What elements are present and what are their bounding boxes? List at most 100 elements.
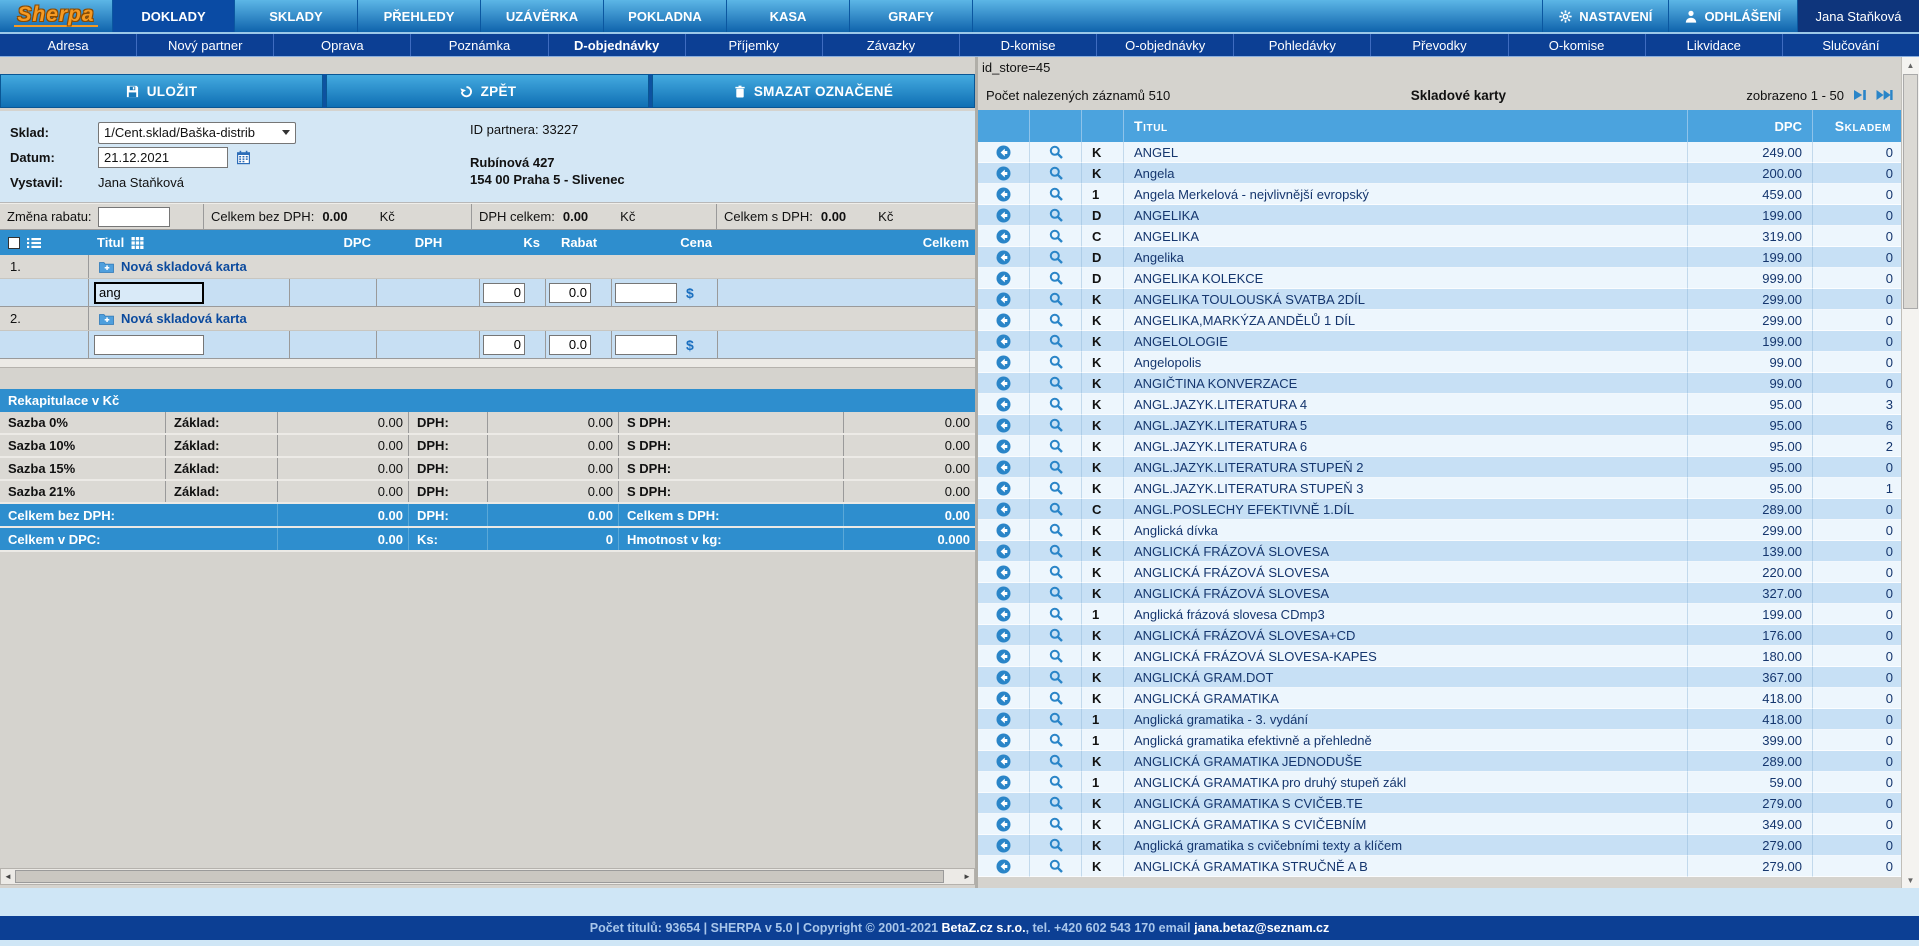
- stock-card-row[interactable]: 1Anglická gramatika efektivně a přehledn…: [978, 730, 1901, 751]
- stock-card-row[interactable]: KANGLICKÁ FRÁZOVÁ SLOVESA+CD176.000: [978, 625, 1901, 646]
- card-detail-button[interactable]: [1030, 856, 1082, 877]
- card-detail-button[interactable]: [1030, 310, 1082, 331]
- card-detail-button[interactable]: [1030, 457, 1082, 478]
- insert-item-button[interactable]: [978, 541, 1030, 562]
- subnav-item-oprava[interactable]: Oprava: [273, 34, 410, 56]
- subnav-item-o-objednavky[interactable]: O-objednávky: [1096, 34, 1233, 56]
- insert-item-button[interactable]: [978, 352, 1030, 373]
- card-detail-button[interactable]: [1030, 184, 1082, 205]
- stock-card-row[interactable]: KANGLICKÁ GRAMATIKA JEDNODUŠE289.000: [978, 751, 1901, 772]
- item-cena-input[interactable]: [615, 283, 677, 303]
- next-page-button[interactable]: [1853, 89, 1867, 101]
- vertical-scrollbar[interactable]: ▲ ▼: [1901, 57, 1919, 888]
- item-ks-input[interactable]: [483, 283, 525, 303]
- stock-card-row[interactable]: DANGELIKA199.000: [978, 205, 1901, 226]
- footer-email[interactable]: jana.betaz@seznam.cz: [1194, 921, 1329, 935]
- insert-item-button[interactable]: [978, 373, 1030, 394]
- insert-item-button[interactable]: [978, 226, 1030, 247]
- subnav-item-novy-partner[interactable]: Nový partner: [136, 34, 273, 56]
- insert-item-button[interactable]: [978, 205, 1030, 226]
- subnav-item-prijemky[interactable]: Příjemky: [685, 34, 822, 56]
- stock-card-row[interactable]: 1Angela Merkelová - nejvlivnější evropsk…: [978, 184, 1901, 205]
- delete-marked-button[interactable]: SMAZAT OZNAČENÉ: [652, 74, 975, 108]
- stock-card-row[interactable]: KANGLICKÁ GRAMATIKA STRUČNĚ A B279.000: [978, 856, 1901, 877]
- card-detail-button[interactable]: [1030, 751, 1082, 772]
- scroll-right-arrow[interactable]: ►: [960, 872, 974, 881]
- scroll-up-arrow[interactable]: ▲: [1902, 57, 1919, 73]
- app-logo[interactable]: Sherpa: [0, 0, 112, 32]
- item-rabat-input[interactable]: [549, 335, 591, 355]
- insert-item-button[interactable]: [978, 814, 1030, 835]
- insert-item-button[interactable]: [978, 646, 1030, 667]
- item-title-input[interactable]: [94, 335, 204, 355]
- card-detail-button[interactable]: [1030, 436, 1082, 457]
- card-detail-button[interactable]: [1030, 604, 1082, 625]
- item-cena-input[interactable]: [615, 335, 677, 355]
- insert-item-button[interactable]: [978, 247, 1030, 268]
- card-detail-button[interactable]: [1030, 709, 1082, 730]
- warehouse-select[interactable]: 1/Cent.sklad/Baška-distrib: [98, 122, 296, 144]
- tab-sklady[interactable]: SKLADY: [235, 0, 358, 32]
- insert-item-button[interactable]: [978, 478, 1030, 499]
- stock-card-row[interactable]: KAnglická gramatika s cvičebními texty a…: [978, 835, 1901, 856]
- card-detail-button[interactable]: [1030, 646, 1082, 667]
- insert-item-button[interactable]: [978, 184, 1030, 205]
- card-detail-button[interactable]: [1030, 205, 1082, 226]
- stock-card-row[interactable]: DAngelika199.000: [978, 247, 1901, 268]
- stock-card-row[interactable]: CANGELIKA319.000: [978, 226, 1901, 247]
- subnav-item-adresa[interactable]: Adresa: [0, 34, 136, 56]
- stock-card-row[interactable]: KANGEL249.000: [978, 142, 1901, 163]
- insert-item-button[interactable]: [978, 667, 1030, 688]
- insert-item-button[interactable]: [978, 331, 1030, 352]
- card-detail-button[interactable]: [1030, 814, 1082, 835]
- subnav-item-prevodky[interactable]: Převodky: [1370, 34, 1507, 56]
- stock-card-row[interactable]: KANGELIKA,MARKÝZA ANDĚLŮ 1 DÍL299.000: [978, 310, 1901, 331]
- insert-item-button[interactable]: [978, 751, 1030, 772]
- card-detail-button[interactable]: [1030, 247, 1082, 268]
- tab-prehledy[interactable]: PŘEHLEDY: [358, 0, 481, 32]
- tab-doklady[interactable]: DOKLADY: [112, 0, 235, 32]
- stock-card-row[interactable]: 1ANGLICKÁ GRAMATIKA pro druhý stupeň zák…: [978, 772, 1901, 793]
- stock-card-row[interactable]: KANGLICKÁ FRÁZOVÁ SLOVESA139.000: [978, 541, 1901, 562]
- insert-item-button[interactable]: [978, 268, 1030, 289]
- card-detail-button[interactable]: [1030, 793, 1082, 814]
- card-detail-button[interactable]: [1030, 772, 1082, 793]
- scrollbar-thumb[interactable]: [15, 870, 944, 883]
- stock-card-row[interactable]: KAnglická dívka299.000: [978, 520, 1901, 541]
- stock-card-row[interactable]: KANGLICKÁ GRAMATIKA418.000: [978, 688, 1901, 709]
- tab-uzaverka[interactable]: UZÁVĚRKA: [481, 0, 604, 32]
- card-detail-button[interactable]: [1030, 562, 1082, 583]
- insert-item-button[interactable]: [978, 793, 1030, 814]
- insert-item-button[interactable]: [978, 583, 1030, 604]
- stock-card-row[interactable]: KANGLICKÁ FRÁZOVÁ SLOVESA220.000: [978, 562, 1901, 583]
- insert-item-button[interactable]: [978, 163, 1030, 184]
- card-detail-button[interactable]: [1030, 541, 1082, 562]
- insert-item-button[interactable]: [978, 499, 1030, 520]
- stock-card-row[interactable]: KANGL.JAZYK.LITERATURA STUPEŇ 395.001: [978, 478, 1901, 499]
- card-detail-button[interactable]: [1030, 688, 1082, 709]
- grid-icon[interactable]: [131, 237, 144, 249]
- card-detail-button[interactable]: [1030, 373, 1082, 394]
- scroll-down-arrow[interactable]: ▼: [1902, 872, 1919, 888]
- stock-card-row[interactable]: KANGLICKÁ GRAMATIKA S CVIČEB.TE279.000: [978, 793, 1901, 814]
- insert-item-button[interactable]: [978, 142, 1030, 163]
- insert-item-button[interactable]: [978, 625, 1030, 646]
- insert-item-button[interactable]: [978, 415, 1030, 436]
- stock-card-row[interactable]: KANGELIKA TOULOUSKÁ SVATBA 2DÍL299.000: [978, 289, 1901, 310]
- insert-item-button[interactable]: [978, 394, 1030, 415]
- subnav-item-pohledavky[interactable]: Pohledávky: [1233, 34, 1370, 56]
- stock-card-row[interactable]: KAngela200.000: [978, 163, 1901, 184]
- insert-item-button[interactable]: [978, 835, 1030, 856]
- stock-card-row[interactable]: KANGIČTINA KONVERZACE99.000: [978, 373, 1901, 394]
- tab-pokladna[interactable]: POKLADNA: [604, 0, 727, 32]
- stock-card-row[interactable]: KANGLICKÁ FRÁZOVÁ SLOVESA-KAPES180.000: [978, 646, 1901, 667]
- card-detail-button[interactable]: [1030, 415, 1082, 436]
- stock-card-row[interactable]: KANGL.JAZYK.LITERATURA 695.002: [978, 436, 1901, 457]
- horizontal-scrollbar[interactable]: ◄ ►: [0, 868, 975, 885]
- stock-card-row[interactable]: KANGLICKÁ FRÁZOVÁ SLOVESA327.000: [978, 583, 1901, 604]
- card-detail-button[interactable]: [1030, 268, 1082, 289]
- card-detail-button[interactable]: [1030, 583, 1082, 604]
- insert-item-button[interactable]: [978, 457, 1030, 478]
- insert-item-button[interactable]: [978, 604, 1030, 625]
- tab-grafy[interactable]: GRAFY: [850, 0, 973, 32]
